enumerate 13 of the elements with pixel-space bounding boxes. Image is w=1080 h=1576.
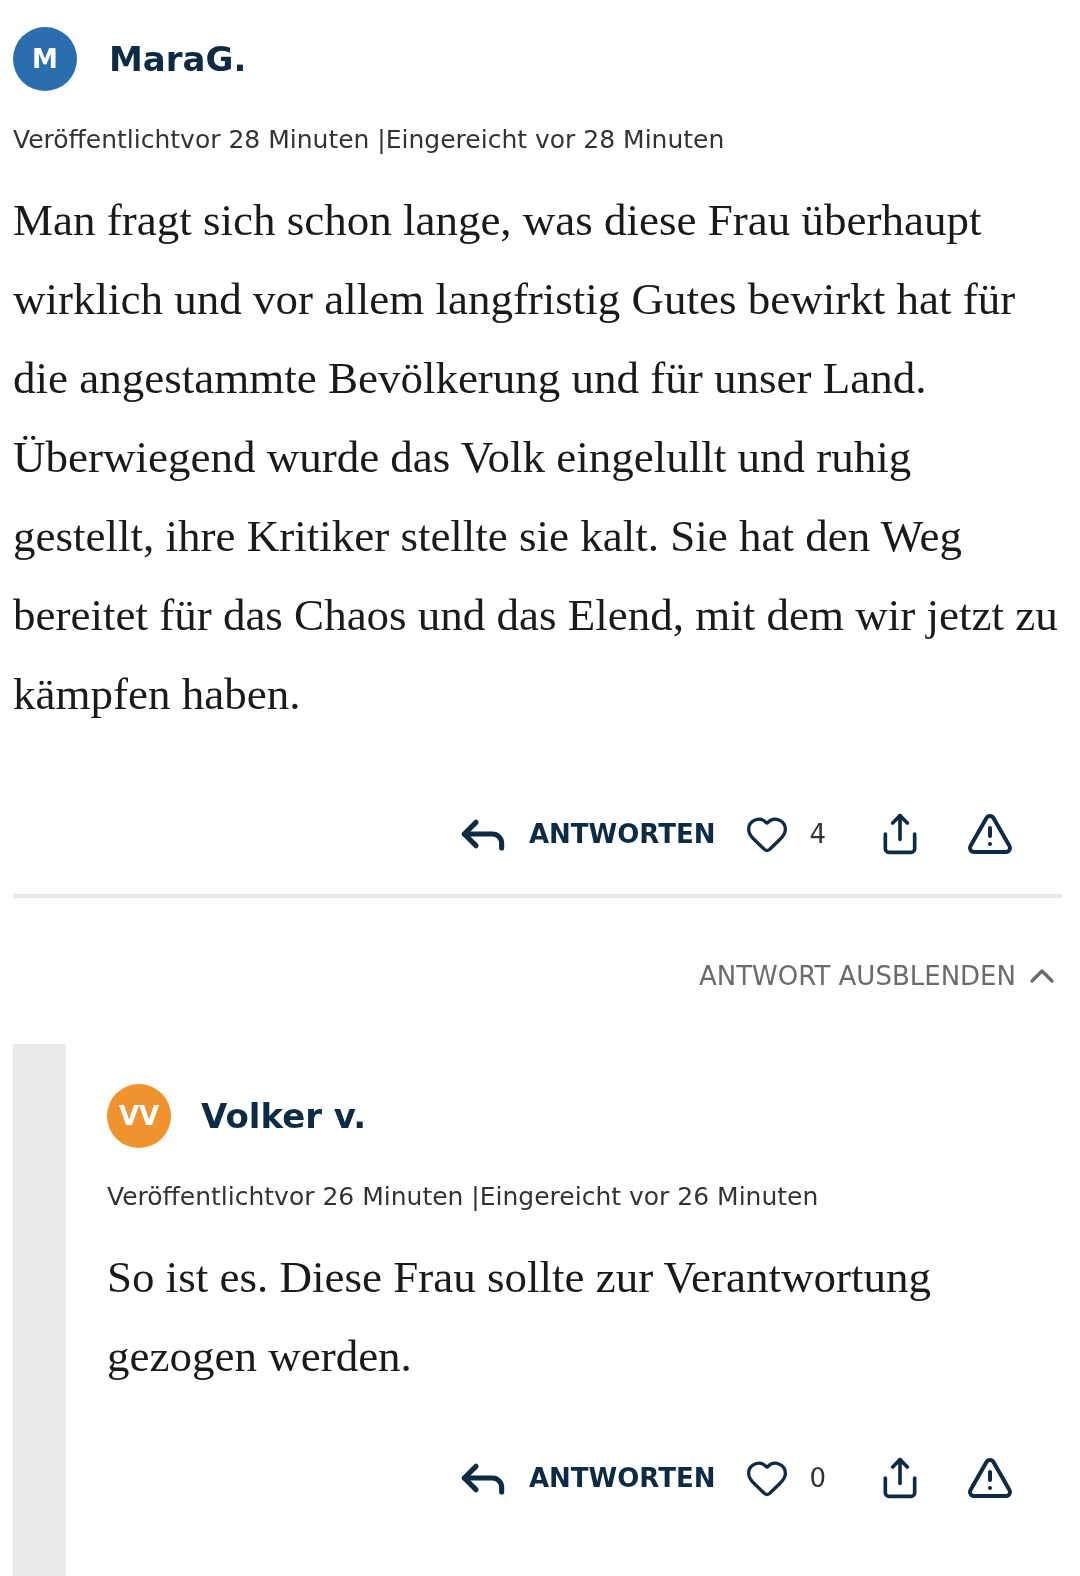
avatar: M xyxy=(13,27,77,91)
like-count: 4 xyxy=(809,819,826,849)
author-name[interactable]: Volker v. xyxy=(201,1096,367,1136)
comment-meta: Veröffentlichtvor 26 Minuten |Eingereicht vor 26 Minuten xyxy=(107,1182,820,1212)
comment-text: So ist es. Diese Frau sollte zur Verantwortung gezogen werden. xyxy=(107,1251,933,1383)
avatar: VV xyxy=(107,1084,171,1148)
author-name[interactable]: MaraG. xyxy=(109,39,247,79)
reply-button[interactable]: ANTWORTEN xyxy=(454,806,716,862)
comment-meta: Veröffentlichtvor 28 Minuten |Eingereicht vor 28 Minuten xyxy=(13,125,726,155)
reply-button[interactable]: ANTWORTEN xyxy=(454,1450,716,1506)
hide-replies-toggle[interactable]: ANTWORT AUSBLENDEN xyxy=(698,956,1062,996)
like-count: 0 xyxy=(809,1463,826,1493)
comment-text: Man fragt sich schon lange, was diese Frau überhaupt wirklich und vor allem langfristig Gutes bewirkt hat für die angestammte Bevölkerung und für unser Land. Überwiegend wurde das Volk eingelullt und ruhig gestellt, ihre Kritiker stellte sie kalt. Sie hat den Weg bereitet für das Chaos und das Elend, mit dem wir jetzt zu kämpfen haben. xyxy=(13,194,1059,721)
